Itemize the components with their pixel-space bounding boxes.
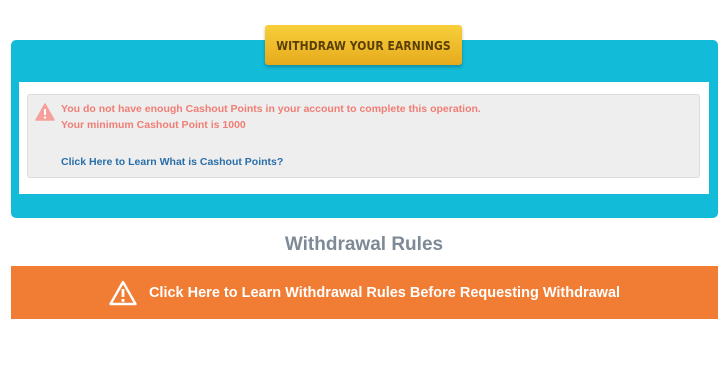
withdrawal-rules-heading: Withdrawal Rules <box>284 234 444 255</box>
alert-message-line2: Your minimum Cashout Point is 1000 <box>61 119 246 131</box>
warning-triangle-icon <box>35 103 55 121</box>
warning-triangle-icon <box>109 280 137 305</box>
withdraw-page: WITHDRAW YOUR EARNINGS You do not have e… <box>0 0 728 380</box>
learn-cashout-points-link[interactable]: Click Here to Learn What is Cashout Poin… <box>61 156 283 168</box>
withdraw-title-tab: WITHDRAW YOUR EARNINGS <box>265 25 462 65</box>
withdrawal-rules-label: Click Here to Learn Withdrawal Rules Bef… <box>148 284 621 301</box>
withdraw-title: WITHDRAW YOUR EARNINGS <box>276 37 451 53</box>
withdrawal-rules-button[interactable]: Click Here to Learn Withdrawal Rules Bef… <box>11 266 718 319</box>
alert-message-line1: You do not have enough Cashout Points in… <box>61 103 481 115</box>
cashout-alert: You do not have enough Cashout Points in… <box>27 94 700 178</box>
